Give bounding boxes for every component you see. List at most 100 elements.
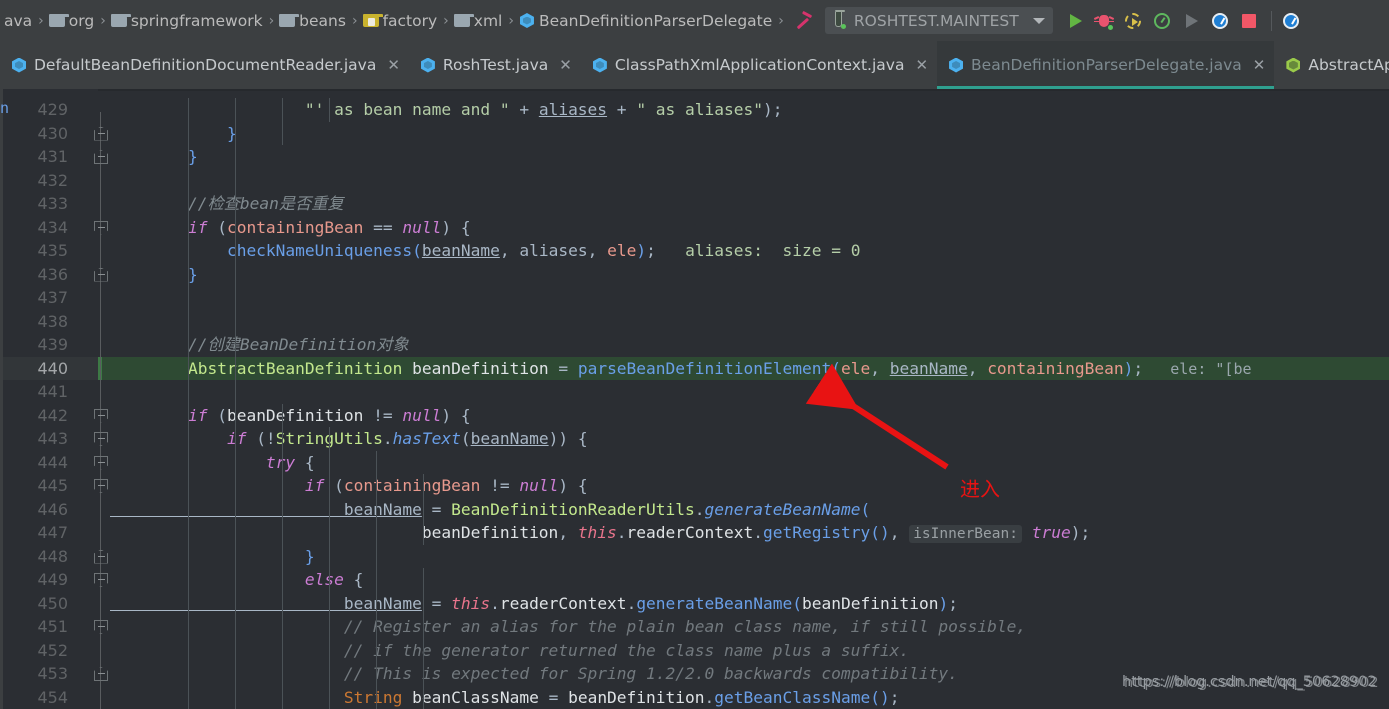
debugger-inline-hint: aliases: size = 0 — [655, 241, 861, 260]
fold-marker[interactable] — [94, 220, 108, 235]
chevron-down-icon[interactable] — [1032, 17, 1045, 24]
code-line[interactable]: } — [110, 263, 198, 287]
breadcrumb-item-org[interactable]: org › — [48, 0, 111, 41]
code-line[interactable]: //创建BeanDefinition对象 — [110, 333, 409, 357]
line-number: 436 — [37, 264, 68, 284]
folder-icon — [453, 14, 474, 27]
code-line[interactable]: AbstractBeanDefinition beanDefinition = … — [110, 357, 1252, 381]
code-line[interactable]: else { — [110, 568, 364, 592]
tab-BeanDefinitionParserDelegate[interactable]: BeanDefinitionParserDelegate.java ✕ — [937, 41, 1275, 89]
blue-profiler-icon-2[interactable] — [1278, 8, 1304, 34]
fold-marker[interactable] — [94, 455, 108, 470]
tab-label: ClassPathXmlApplicationContext.java — [614, 56, 905, 74]
tab-label: DefaultBeanDefinitionDocumentReader.java — [34, 56, 377, 74]
abstract-class-icon — [1285, 57, 1301, 74]
chevron-right-icon: › — [38, 12, 44, 29]
toolbar-divider — [1270, 10, 1272, 31]
breadcrumb-label: factory — [382, 11, 438, 30]
editor-left-partial-glyph: n — [0, 99, 10, 117]
debug-button[interactable] — [1091, 8, 1117, 34]
fold-marker[interactable] — [94, 126, 108, 141]
breadcrumb-label: ava — [4, 11, 33, 30]
fold-marker[interactable] — [94, 573, 108, 587]
editor-left-edge — [0, 89, 3, 709]
breadcrumb-item-class[interactable]: BeanDefinitionParserDelegate › — [519, 0, 789, 41]
code-line[interactable]: // This is expected for Spring 1.2/2.0 b… — [110, 662, 958, 686]
run-button[interactable] — [1062, 8, 1088, 34]
breadcrumb-label: xml — [473, 11, 503, 30]
code-folding-column[interactable] — [92, 89, 110, 709]
line-number: 448 — [37, 546, 68, 566]
close-icon[interactable]: ✕ — [904, 57, 928, 73]
profile-button[interactable] — [1149, 8, 1175, 34]
code-line[interactable]: } — [110, 122, 237, 146]
breadcrumb-item-springframework[interactable]: springframework › — [110, 0, 279, 41]
line-number: 451 — [37, 617, 68, 636]
breadcrumb-item-xml[interactable]: xml › — [453, 0, 519, 41]
tab-AbstractApplicationContext[interactable]: AbstractApplicationCo — [1274, 41, 1389, 89]
breadcrumb: ava › org › springframework › beans › fa… — [0, 0, 789, 41]
fold-marker[interactable] — [94, 432, 108, 446]
breadcrumb-toolbar: ava › org › springframework › beans › fa… — [0, 0, 1389, 41]
watermark: https://blog.csdn.net/qq_50628902 https:… — [1122, 674, 1379, 691]
close-icon[interactable]: ✕ — [1242, 57, 1266, 73]
fold-marker[interactable] — [94, 267, 108, 282]
code-line[interactable]: // if the generator returned the class n… — [110, 639, 909, 663]
stop-button[interactable] — [1236, 8, 1262, 34]
fold-marker[interactable] — [94, 549, 108, 564]
code-line[interactable]: //检查bean是否重复 — [110, 192, 344, 216]
breadcrumb-item-java[interactable]: ava › — [0, 0, 49, 41]
code-line[interactable]: } — [110, 545, 315, 569]
code-line[interactable]: // Register an alias for the plain bean … — [110, 615, 1026, 639]
code-line[interactable]: if (containingBean == null) { — [110, 216, 471, 240]
watermark-text-2: https://blog.csdn.net/qq_50628902 — [1124, 675, 1379, 691]
tab-DefaultBeanDefinitionDocumentReader[interactable]: DefaultBeanDefinitionDocumentReader.java… — [0, 41, 409, 89]
code-line[interactable]: "' as bean name and " + aliases + " as a… — [110, 98, 783, 122]
code-line[interactable]: if (beanDefinition != null) { — [110, 404, 471, 428]
run-configuration-selector[interactable]: ROSHTEST.MAINTEST — [824, 7, 1053, 34]
run-configuration-label: ROSHTEST.MAINTEST — [853, 11, 1019, 30]
fold-marker[interactable] — [94, 620, 108, 634]
run-grey-button[interactable] — [1178, 8, 1204, 34]
code-line[interactable]: beanName = BeanDefinitionReaderUtils.gen… — [110, 498, 870, 522]
code-line[interactable]: String beanClassName = beanDefinition.ge… — [110, 686, 900, 709]
chevron-right-icon: › — [351, 12, 358, 29]
code-line[interactable]: if (!StringUtils.hasText(beanName)) { — [110, 427, 588, 451]
annotation-text: 进入 — [960, 477, 1000, 501]
folder-icon — [110, 14, 131, 27]
code-line[interactable]: } — [110, 145, 198, 169]
chevron-right-icon: › — [268, 12, 275, 29]
fold-marker[interactable] — [94, 479, 108, 493]
java-class-icon — [11, 57, 27, 74]
blue-profiler-icon[interactable] — [1207, 8, 1233, 34]
fold-marker[interactable] — [94, 150, 108, 164]
line-number: 430 — [37, 123, 68, 143]
breadcrumb-item-beans[interactable]: beans › — [279, 0, 362, 41]
code-line[interactable]: if (containingBean != null) { — [110, 474, 588, 498]
line-number: 452 — [37, 640, 68, 660]
fold-marker[interactable] — [94, 667, 108, 681]
close-icon[interactable]: ✕ — [376, 57, 400, 73]
code-line[interactable]: beanDefinition, this.readerContext.getRe… — [110, 521, 1090, 545]
indent-guide — [423, 568, 424, 709]
line-number: 432 — [37, 170, 68, 190]
hammer-icon[interactable] — [793, 10, 813, 31]
tab-RoshTest[interactable]: RoshTest.java ✕ — [409, 41, 581, 89]
code-editor[interactable]: 429 430 431 432 433 434 435 436 437 438 439 440 441 4… — [0, 89, 1389, 709]
run-toolbar — [1062, 0, 1307, 41]
code-content[interactable]: "' as bean name and " + aliases + " as a… — [110, 89, 1389, 709]
editor-gutter[interactable]: 429 430 431 432 433 434 435 436 437 438 439 440 441 4… — [0, 89, 98, 709]
indent-guide — [329, 427, 330, 709]
line-number: 453 — [37, 664, 68, 683]
code-line[interactable]: checkNameUniqueness(beanName, aliases, e… — [110, 239, 861, 263]
tab-ClassPathXmlApplicationContext[interactable]: ClassPathXmlApplicationContext.java ✕ — [581, 41, 937, 89]
tab-label: BeanDefinitionParserDelegate.java — [971, 56, 1242, 74]
fold-marker[interactable] — [94, 408, 108, 423]
close-icon[interactable]: ✕ — [548, 57, 572, 73]
breadcrumb-item-factory[interactable]: factory › — [362, 0, 454, 41]
code-line[interactable]: beanName = this.readerContext.generateBe… — [110, 592, 958, 616]
line-number: 439 — [37, 335, 68, 354]
run-with-coverage-button[interactable] — [1120, 8, 1146, 34]
chevron-right-icon: › — [100, 12, 106, 29]
code-line[interactable]: try { — [110, 451, 315, 475]
